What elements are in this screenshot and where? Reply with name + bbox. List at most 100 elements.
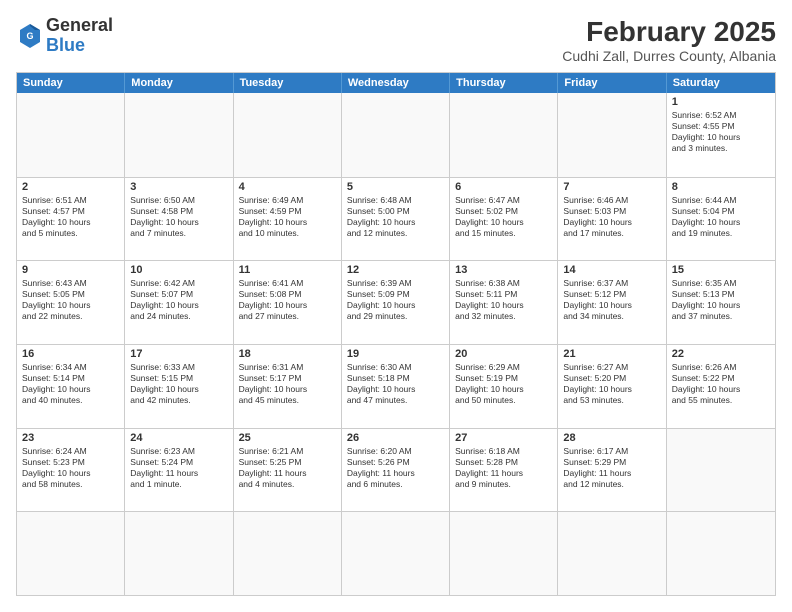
empty-cell xyxy=(342,512,450,595)
day-number: 5 xyxy=(347,181,444,193)
day-info: Sunrise: 6:52 AMSunset: 4:55 PMDaylight:… xyxy=(672,110,770,154)
day-number: 28 xyxy=(563,432,660,444)
calendar: SundayMondayTuesdayWednesdayThursdayFrid… xyxy=(16,72,776,596)
day-number: 6 xyxy=(455,181,552,193)
day-info: Sunrise: 6:48 AMSunset: 5:00 PMDaylight:… xyxy=(347,195,444,239)
day-info: Sunrise: 6:50 AMSunset: 4:58 PMDaylight:… xyxy=(130,195,227,239)
header-day-monday: Monday xyxy=(125,73,233,93)
svg-text:G: G xyxy=(26,31,33,41)
day-number: 26 xyxy=(347,432,444,444)
header-day-friday: Friday xyxy=(558,73,666,93)
day-number: 9 xyxy=(22,264,119,276)
day-cell-26: 26Sunrise: 6:20 AMSunset: 5:26 PMDayligh… xyxy=(342,429,450,512)
day-cell-1: 1 Sunrise: 6:52 AMSunset: 4:55 PMDaylight… xyxy=(667,93,775,177)
calendar-row: 2Sunrise: 6:51 AMSunset: 4:57 PMDaylight… xyxy=(17,177,775,261)
empty-cell xyxy=(234,93,342,177)
day-info: Sunrise: 6:34 AMSunset: 5:14 PMDaylight:… xyxy=(22,362,119,406)
logo-line1: General xyxy=(46,16,113,36)
day-number: 24 xyxy=(130,432,227,444)
day-number: 21 xyxy=(563,348,660,360)
day-cell-4: 4Sunrise: 6:49 AMSunset: 4:59 PMDaylight… xyxy=(234,178,342,261)
day-info: Sunrise: 6:51 AMSunset: 4:57 PMDaylight:… xyxy=(22,195,119,239)
logo-line2: Blue xyxy=(46,36,113,56)
day-number: 11 xyxy=(239,264,336,276)
day-cell-2: 2Sunrise: 6:51 AMSunset: 4:57 PMDaylight… xyxy=(17,178,125,261)
day-info: Sunrise: 6:42 AMSunset: 5:07 PMDaylight:… xyxy=(130,278,227,322)
day-info: Sunrise: 6:29 AMSunset: 5:19 PMDaylight:… xyxy=(455,362,552,406)
day-cell-20: 20 Sunrise: 6:29 AMSunset: 5:19 PMDayligh… xyxy=(450,345,558,428)
day-info: Sunrise: 6:27 AMSunset: 5:20 PMDaylight:… xyxy=(563,362,660,406)
empty-cell xyxy=(342,93,450,177)
day-number: 12 xyxy=(347,264,444,276)
day-cell-8: 8 Sunrise: 6:44 AMSunset: 5:04 PMDaylight… xyxy=(667,178,775,261)
day-cell-7: 7Sunrise: 6:46 AMSunset: 5:03 PMDaylight… xyxy=(558,178,666,261)
day-info: Sunrise: 6:18 AMSunset: 5:28 PMDaylight:… xyxy=(455,446,552,490)
day-info: Sunrise: 6:33 AMSunset: 5:15 PMDaylight:… xyxy=(130,362,227,406)
day-number: 13 xyxy=(455,264,552,276)
day-cell-25: 25Sunrise: 6:21 AMSunset: 5:25 PMDayligh… xyxy=(234,429,342,512)
day-cell-3: 3 Sunrise: 6:50 AMSunset: 4:58 PMDaylight… xyxy=(125,178,233,261)
day-number: 16 xyxy=(22,348,119,360)
day-cell-13: 13Sunrise: 6:38 AMSunset: 5:11 PMDayligh… xyxy=(450,261,558,344)
day-info: Sunrise: 6:17 AMSunset: 5:29 PMDaylight:… xyxy=(563,446,660,490)
day-info: Sunrise: 6:37 AMSunset: 5:12 PMDaylight:… xyxy=(563,278,660,322)
day-number: 3 xyxy=(130,181,227,193)
day-cell-5: 5 Sunrise: 6:48 AMSunset: 5:00 PMDaylight… xyxy=(342,178,450,261)
header: G General Blue February 2025 Cudhi Zall,… xyxy=(16,16,776,64)
day-number: 1 xyxy=(672,96,770,108)
calendar-row xyxy=(17,511,775,595)
day-cell-28: 28 Sunrise: 6:17 AMSunset: 5:29 PMDayligh… xyxy=(558,429,666,512)
header-day-thursday: Thursday xyxy=(450,73,558,93)
day-cell-21: 21 Sunrise: 6:27 AMSunset: 5:20 PMDayligh… xyxy=(558,345,666,428)
calendar-row: 23Sunrise: 6:24 AMSunset: 5:23 PMDayligh… xyxy=(17,428,775,512)
empty-cell xyxy=(125,93,233,177)
calendar-subtitle: Cudhi Zall, Durres County, Albania xyxy=(562,48,776,64)
page: G General Blue February 2025 Cudhi Zall,… xyxy=(0,0,792,612)
day-number: 8 xyxy=(672,181,770,193)
calendar-header: SundayMondayTuesdayWednesdayThursdayFrid… xyxy=(17,73,775,93)
empty-cell xyxy=(17,93,125,177)
empty-cell xyxy=(125,512,233,595)
day-cell-18: 18 Sunrise: 6:31 AMSunset: 5:17 PMDayligh… xyxy=(234,345,342,428)
day-number: 23 xyxy=(22,432,119,444)
calendar-title: February 2025 xyxy=(562,16,776,48)
empty-cell xyxy=(667,512,775,595)
day-info: Sunrise: 6:49 AMSunset: 4:59 PMDaylight:… xyxy=(239,195,336,239)
header-day-sunday: Sunday xyxy=(17,73,125,93)
empty-cell xyxy=(558,93,666,177)
day-number: 14 xyxy=(563,264,660,276)
logo: G General Blue xyxy=(16,16,113,56)
header-day-wednesday: Wednesday xyxy=(342,73,450,93)
day-cell-16: 16 Sunrise: 6:34 AMSunset: 5:14 PMDayligh… xyxy=(17,345,125,428)
day-info: Sunrise: 6:41 AMSunset: 5:08 PMDaylight:… xyxy=(239,278,336,322)
day-cell-10: 10Sunrise: 6:42 AMSunset: 5:07 PMDayligh… xyxy=(125,261,233,344)
logo-icon: G xyxy=(18,22,42,50)
day-number: 7 xyxy=(563,181,660,193)
day-number: 18 xyxy=(239,348,336,360)
calendar-row: 1 Sunrise: 6:52 AMSunset: 4:55 PMDaylight… xyxy=(17,93,775,177)
day-number: 27 xyxy=(455,432,552,444)
day-number: 15 xyxy=(672,264,770,276)
day-cell-15: 15 Sunrise: 6:35 AMSunset: 5:13 PMDayligh… xyxy=(667,261,775,344)
day-info: Sunrise: 6:30 AMSunset: 5:18 PMDaylight:… xyxy=(347,362,444,406)
day-cell-9: 9Sunrise: 6:43 AMSunset: 5:05 PMDaylight… xyxy=(17,261,125,344)
day-info: Sunrise: 6:31 AMSunset: 5:17 PMDaylight:… xyxy=(239,362,336,406)
day-number: 20 xyxy=(455,348,552,360)
day-info: Sunrise: 6:39 AMSunset: 5:09 PMDaylight:… xyxy=(347,278,444,322)
title-block: February 2025 Cudhi Zall, Durres County,… xyxy=(562,16,776,64)
day-info: Sunrise: 6:21 AMSunset: 5:25 PMDaylight:… xyxy=(239,446,336,490)
day-info: Sunrise: 6:35 AMSunset: 5:13 PMDaylight:… xyxy=(672,278,770,322)
day-cell-6: 6Sunrise: 6:47 AMSunset: 5:02 PMDaylight… xyxy=(450,178,558,261)
empty-cell xyxy=(667,429,775,512)
empty-cell xyxy=(450,93,558,177)
day-info: Sunrise: 6:44 AMSunset: 5:04 PMDaylight:… xyxy=(672,195,770,239)
day-cell-12: 12 Sunrise: 6:39 AMSunset: 5:09 PMDayligh… xyxy=(342,261,450,344)
empty-cell xyxy=(234,512,342,595)
day-number: 17 xyxy=(130,348,227,360)
calendar-row: 16 Sunrise: 6:34 AMSunset: 5:14 PMDayligh… xyxy=(17,344,775,428)
day-number: 19 xyxy=(347,348,444,360)
day-cell-27: 27 Sunrise: 6:18 AMSunset: 5:28 PMDayligh… xyxy=(450,429,558,512)
day-number: 22 xyxy=(672,348,770,360)
day-cell-11: 11 Sunrise: 6:41 AMSunset: 5:08 PMDayligh… xyxy=(234,261,342,344)
calendar-row: 9Sunrise: 6:43 AMSunset: 5:05 PMDaylight… xyxy=(17,260,775,344)
